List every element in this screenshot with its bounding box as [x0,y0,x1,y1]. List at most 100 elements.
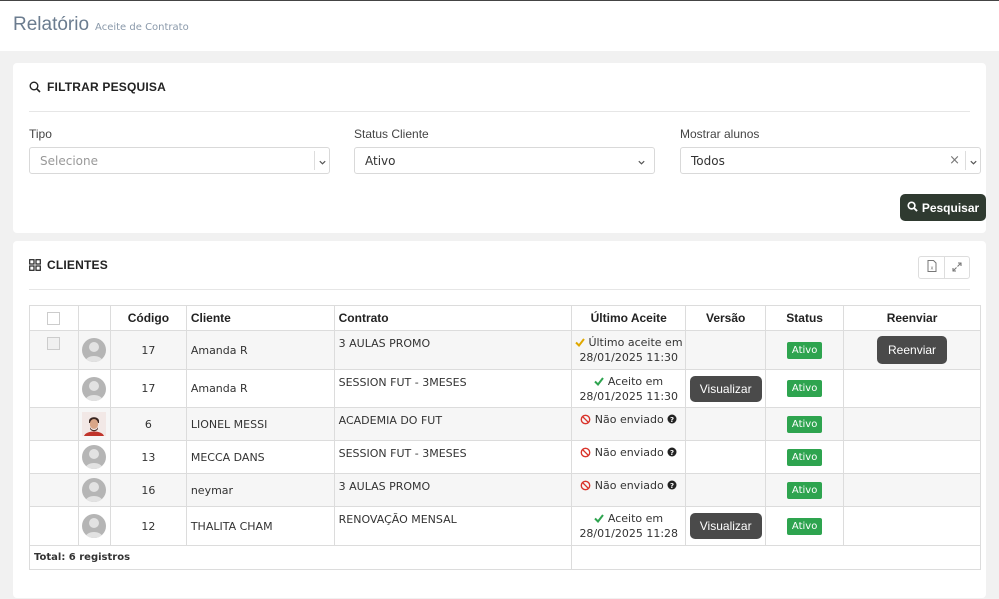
check-icon [594,512,605,525]
search-icon [907,200,918,215]
status-cliente-label: Status Cliente [354,127,429,141]
filter-heading: FILTRAR PESQUISA [13,63,986,111]
ultimo-aceite-cell: Não enviado ? [571,440,687,474]
table-header-row: Código Cliente Contrato Último Aceite Ve… [29,305,981,331]
search-button[interactable]: Pesquisar [900,194,986,221]
table-row[interactable]: 16 neymar 3 AULAS PROMO Não enviado ? Ativo [29,473,981,507]
chevron-down-icon [318,156,327,170]
help-icon[interactable]: ? [667,446,677,459]
table-footer-row: Total: 6 registros [28,545,981,570]
svg-text:x: x [930,266,933,272]
avatar [82,514,107,538]
svg-text:?: ? [670,449,674,457]
status-badge: Ativo [786,380,823,397]
column-header-ultimo-aceite[interactable]: Último Aceite [571,305,687,331]
avatar [82,478,107,502]
avatar [82,376,107,401]
table-row[interactable]: 6 LIONEL MESSI ACADEMIA DO FUT Não enviado… [29,407,981,441]
status-badge: Ativo [786,481,823,499]
status-badge: Ativo [786,415,823,433]
table-row[interactable]: 13 MECCA DANS SESSION FUT - 3MESES Não env… [29,440,981,474]
expand-button[interactable] [944,257,969,278]
accept-status-text: Não enviado [594,413,664,426]
status-cell: Ativo [765,440,845,474]
contrato-cell: SESSION FUT - 3MESES [333,369,573,408]
select-all-checkbox[interactable] [47,311,61,325]
status-cliente-select[interactable]: Ativo [354,147,655,174]
contrato-cell: RENOVAÇÃO MENSAL [333,506,573,546]
mostrar-alunos-select[interactable]: Todos × [680,147,981,174]
reenviar-cell [843,506,981,546]
tipo-placeholder: Selecione [40,153,98,168]
search-icon [29,81,41,93]
avatar-cell [77,473,111,507]
cliente-cell: Amanda R [185,330,335,370]
status-badge: Ativo [786,448,823,466]
export-excel-button[interactable]: x [919,257,944,278]
clients-table: Código Cliente Contrato Último Aceite Ve… [28,305,981,570]
column-header-reenviar[interactable]: Reenviar [843,305,981,331]
visualizar-button[interactable]: Visualizar [689,375,762,402]
versao-cell: Visualizar [685,506,767,546]
avatar-header [77,305,111,331]
status-cell: Ativo [765,330,845,370]
row-select-cell [29,369,79,408]
ultimo-aceite-cell: Aceito em 28/01/2025 11:28 [571,506,687,546]
column-header-codigo[interactable]: Código [109,305,187,331]
column-header-versao[interactable]: Versão [685,305,767,331]
filter-title: FILTRAR PESQUISA [47,80,166,94]
chevron-down-icon [637,156,646,170]
status-cliente-value: Ativo [365,153,396,168]
ban-icon [580,446,591,459]
ban-icon [580,413,591,426]
column-header-status[interactable]: Status [765,305,845,331]
divider [965,151,966,170]
contrato-cell: 3 AULAS PROMO [333,473,573,507]
cliente-cell: neymar [185,473,335,507]
contrato-cell: ACADEMIA DO FUT [333,407,573,441]
row-select-cell [29,440,79,474]
check-icon [575,336,585,349]
codigo-cell: 16 [109,473,187,507]
tipo-label: Tipo [29,127,52,141]
cliente-cell: THALITA CHAM [185,506,335,546]
close-icon[interactable]: × [949,153,960,168]
ultimo-aceite-cell: Não enviado ? [571,473,687,507]
versao-cell [685,330,767,370]
row-checkbox[interactable] [47,337,61,350]
reenviar-cell [843,369,981,408]
accept-date: 28/01/2025 11:30 [579,351,679,364]
versao-cell [685,440,767,474]
versao-cell [685,473,767,507]
svg-text:?: ? [670,482,674,490]
footer-empty-cell [571,545,981,570]
reenviar-button[interactable]: Reenviar [877,336,948,364]
row-select-cell [29,407,79,441]
table-row[interactable]: 17 Amanda R3 AULAS PROMO Último aceite em… [29,330,981,370]
table-row[interactable]: 17 Amanda R SESSION FUT - 3MESES Aceito em… [29,369,981,408]
help-icon[interactable]: ? [667,413,677,426]
clients-title: CLIENTES [47,258,108,272]
status-cell: Ativo [765,473,845,507]
chevron-down-icon [969,156,978,170]
visualizar-button[interactable]: Visualizar [689,513,762,539]
status-badge: Ativo [786,517,823,535]
cliente-cell: LIONEL MESSI [185,407,335,441]
accept-date: 28/01/2025 11:28 [579,527,679,540]
divider [314,151,315,170]
accept-status-text: Não enviado [594,479,664,492]
accept-date: 28/01/2025 11:30 [579,390,679,403]
row-select-cell [29,330,79,370]
column-header-cliente[interactable]: Cliente [185,305,335,331]
page-subtitle: Aceite de Contrato [95,22,189,33]
accept-status-text: Aceito em [607,512,664,525]
grid-icon [29,259,41,271]
tipo-select[interactable]: Selecione [29,147,330,174]
divider [29,289,970,290]
codigo-cell: 12 [109,506,187,546]
column-header-contrato[interactable]: Contrato [333,305,573,331]
versao-cell: Visualizar [685,369,767,408]
ban-icon [580,479,591,492]
help-icon[interactable]: ? [667,479,677,492]
table-row[interactable]: 12 THALITA CHAM RENOVAÇÃO MENSAL Aceito em… [29,506,981,546]
